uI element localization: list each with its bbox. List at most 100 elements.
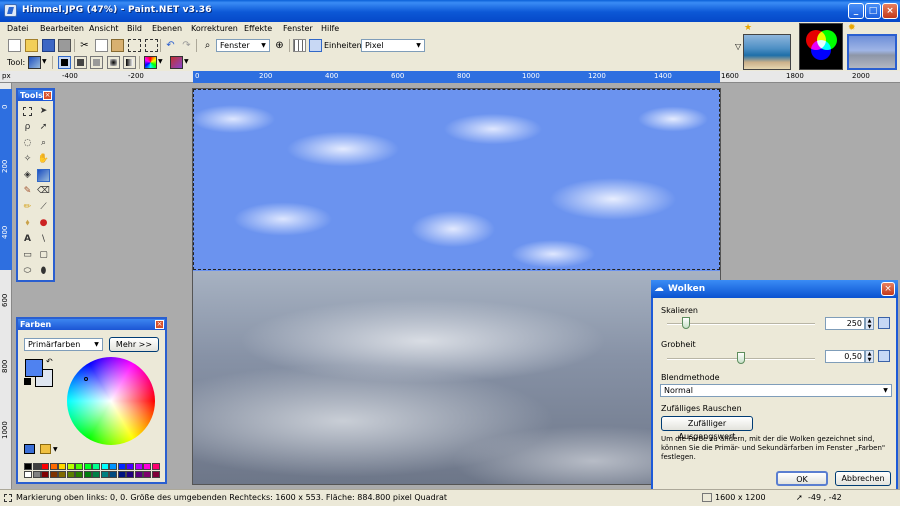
reset-icon[interactable] (878, 317, 890, 329)
roughness-input[interactable]: 0,50 (825, 350, 865, 363)
zoom-in-icon[interactable]: ⊕ (273, 39, 286, 52)
palette-swatch[interactable] (92, 471, 100, 478)
gradient-icon[interactable] (37, 169, 50, 182)
rounded-rect-icon[interactable]: ▢ (37, 249, 50, 262)
palette-swatch[interactable] (134, 471, 143, 478)
swap-colors-icon[interactable]: ↶ (46, 357, 53, 366)
add-color-icon[interactable] (24, 444, 35, 454)
close-icon[interactable]: × (881, 282, 895, 296)
menu-korrekturen[interactable]: Korrekturen (191, 24, 238, 33)
palette-swatch[interactable] (83, 471, 92, 478)
rulers-icon[interactable] (309, 39, 322, 52)
palette-swatch[interactable] (83, 463, 92, 470)
menu-datei[interactable]: Datei (7, 24, 28, 33)
menu-hilfe[interactable]: Hilfe (321, 24, 339, 33)
units-combo[interactable]: Pixel ▼ (361, 39, 425, 52)
palette-swatch[interactable] (58, 471, 66, 478)
rectangle-icon[interactable]: ▭ (21, 249, 34, 262)
image-canvas[interactable] (192, 88, 721, 485)
color-picker-icon[interactable]: ⟋ (37, 201, 50, 214)
maximize-button[interactable]: □ (865, 3, 881, 19)
zoom-tool-icon[interactable]: ⌕ (37, 137, 50, 150)
shape-icon[interactable] (123, 56, 136, 69)
palette-swatch[interactable] (126, 471, 134, 478)
chevron-down-icon[interactable]: ▼ (184, 58, 197, 71)
palette-swatch[interactable] (92, 463, 100, 470)
palette-swatch[interactable] (143, 463, 151, 470)
lasso-icon[interactable]: ρ (21, 121, 34, 134)
print-icon[interactable] (58, 39, 71, 52)
zoom-combo[interactable]: Fenster ▼ (216, 39, 270, 52)
menu-ebenen[interactable]: Ebenen (152, 24, 182, 33)
ok-button[interactable]: OK (776, 471, 828, 486)
paste-icon[interactable] (111, 39, 124, 52)
palette-swatch[interactable] (24, 471, 32, 478)
palette-swatch[interactable] (66, 471, 75, 478)
new-icon[interactable] (8, 39, 21, 52)
color-wheel[interactable] (67, 357, 155, 445)
redo-icon[interactable]: ↷ (180, 39, 193, 52)
palette-swatch[interactable] (41, 471, 49, 478)
open-icon[interactable] (25, 39, 38, 52)
color-mode-combo[interactable]: Primärfarben ▼ (24, 338, 103, 351)
rect-select-icon[interactable] (23, 107, 32, 116)
close-icon[interactable]: × (43, 91, 52, 100)
color-palette[interactable] (24, 463, 162, 479)
menu-bearbeiten[interactable]: Bearbeiten (40, 24, 84, 33)
palette-swatch[interactable] (151, 463, 160, 470)
chevron-down-icon[interactable]: ▼ (53, 446, 58, 453)
blend-normal-icon[interactable] (74, 56, 87, 69)
freeform-shape-icon[interactable]: ⬮ (37, 265, 50, 278)
palette-swatch[interactable] (117, 471, 126, 478)
cut-icon[interactable]: ✂ (78, 39, 91, 52)
palette-menu-icon[interactable] (40, 444, 51, 454)
scale-input[interactable]: 250 (825, 317, 865, 330)
paint-bucket-icon[interactable]: ◈ (21, 169, 34, 182)
minimize-button[interactable]: _ (848, 3, 864, 19)
thumbnail-beach[interactable] (743, 34, 791, 70)
menu-fenster[interactable]: Fenster (283, 24, 313, 33)
palette-swatch[interactable] (32, 471, 41, 478)
pencil-icon[interactable]: ✏ (21, 201, 34, 214)
menu-ansicht[interactable]: Ansicht (89, 24, 119, 33)
deselect-icon[interactable] (145, 39, 158, 52)
roughness-spin[interactable]: ▲ ▼ (865, 350, 874, 363)
antialias-icon[interactable] (58, 56, 71, 69)
grid-icon[interactable] (293, 39, 306, 52)
palette-swatch[interactable] (24, 463, 32, 470)
palette-swatch[interactable] (75, 463, 83, 470)
recolor-icon[interactable]: ● (37, 217, 50, 230)
palette-swatch[interactable] (151, 471, 160, 478)
scale-spin[interactable]: ▲ ▼ (865, 317, 874, 330)
selection-mode-icon[interactable] (170, 56, 183, 69)
copy-icon[interactable] (95, 39, 108, 52)
palette-swatch[interactable] (41, 463, 49, 470)
palette-swatch[interactable] (66, 463, 75, 470)
reset-colors-icon[interactable] (24, 378, 31, 385)
palette-swatch[interactable] (109, 471, 117, 478)
text-tool-icon[interactable]: A (21, 233, 34, 246)
color-mode-icon[interactable] (144, 56, 157, 69)
close-icon[interactable]: × (155, 320, 164, 329)
random-seed-button[interactable]: Zufälliger Ausgangswert (661, 416, 753, 441)
palette-swatch[interactable] (100, 471, 109, 478)
palette-swatch[interactable] (109, 463, 117, 470)
palette-swatch[interactable] (100, 463, 109, 470)
menu-bild[interactable]: Bild (127, 24, 142, 33)
primary-color-swatch[interactable] (25, 359, 43, 377)
pan-icon[interactable]: ✋ (37, 153, 50, 166)
palette-swatch[interactable] (49, 471, 58, 478)
chevron-down-icon[interactable]: ▽ (735, 42, 741, 51)
blend-overwrite-icon[interactable] (90, 56, 103, 69)
thumbnail-rgb[interactable] (799, 23, 843, 70)
palette-swatch[interactable] (117, 463, 126, 470)
thumbnail-himmel[interactable] (847, 34, 897, 70)
palette-swatch[interactable] (49, 463, 58, 470)
alpha-icon[interactable] (107, 56, 120, 69)
menu-effekte[interactable]: Effekte (244, 24, 272, 33)
move-selection-icon[interactable]: ➚ (37, 121, 50, 134)
palette-swatch[interactable] (75, 471, 83, 478)
ellipse-icon[interactable]: ⬭ (21, 265, 34, 278)
roughness-slider[interactable] (737, 352, 745, 364)
palette-swatch[interactable] (134, 463, 143, 470)
